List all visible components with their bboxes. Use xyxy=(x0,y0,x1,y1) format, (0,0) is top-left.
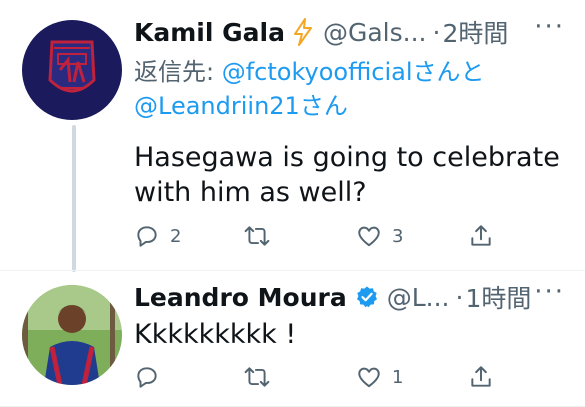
tweet-actions: 1 xyxy=(134,364,514,394)
reply-button[interactable] xyxy=(134,364,170,390)
retweet-button[interactable] xyxy=(244,223,280,249)
display-name[interactable]: Leandro Moura xyxy=(134,283,347,312)
tweet-kamil-gala[interactable]: Kamil Gala @Gals... · 2時間 ··· 返信先: @fcto… xyxy=(0,0,585,272)
like-button[interactable]: 1 xyxy=(356,364,403,390)
mention-leandriin21[interactable]: @Leandriin21 xyxy=(134,92,300,120)
profile-photo-icon xyxy=(22,285,122,385)
thread-connector-line xyxy=(72,125,76,272)
heart-icon xyxy=(358,226,380,247)
tweet-leandro-moura[interactable]: Leandro Moura @L... · 1時間 ··· Kkkkkkkkk … xyxy=(0,270,585,407)
timestamp[interactable]: 1時間 xyxy=(465,279,531,315)
tweet-text: Kkkkkkkkk ! xyxy=(134,319,297,350)
share-button[interactable] xyxy=(468,223,504,249)
retweet-icon xyxy=(244,367,270,387)
reply-icon xyxy=(137,367,157,388)
more-options-icon[interactable]: ··· xyxy=(534,277,565,307)
tweet-text: Hasegawa is going to celebrate with him … xyxy=(134,142,560,208)
reply-icon xyxy=(137,226,157,247)
like-button[interactable]: 3 xyxy=(356,223,403,249)
replying-to-label: 返信先: xyxy=(134,58,222,86)
reply-count: 2 xyxy=(170,225,182,247)
avatar-kamil-gala[interactable] xyxy=(22,20,122,120)
tweet-header: Leandro Moura @L... · 1時間 ··· xyxy=(134,277,565,317)
retweet-icon xyxy=(244,226,270,246)
separator-dot: · xyxy=(432,17,441,47)
replying-to-joiner: さんと xyxy=(412,58,485,86)
retweet-button[interactable] xyxy=(244,364,280,390)
tweet-actions: 2 3 xyxy=(134,223,514,253)
user-handle[interactable]: @Gals... xyxy=(323,18,427,47)
separator-dot: · xyxy=(455,282,464,312)
reply-button[interactable]: 2 xyxy=(134,223,181,249)
share-icon xyxy=(471,366,491,387)
avatar-leandro-moura[interactable] xyxy=(22,285,122,385)
heart-icon xyxy=(358,367,380,388)
share-button[interactable] xyxy=(468,364,504,390)
tweet-header: Kamil Gala @Gals... · 2時間 ··· xyxy=(134,12,565,52)
display-name[interactable]: Kamil Gala xyxy=(134,18,285,47)
like-count: 1 xyxy=(392,366,404,388)
replying-to-suffix: さん xyxy=(299,92,348,120)
mention-fctokyoofficial[interactable]: @fctokyoofficial xyxy=(222,58,413,86)
like-count: 3 xyxy=(392,225,404,247)
timestamp[interactable]: 2時間 xyxy=(442,14,508,50)
fc-tokyo-crest-icon xyxy=(22,20,122,120)
verified-badge-icon xyxy=(355,285,379,309)
lightning-icon xyxy=(293,18,313,46)
more-options-icon[interactable]: ··· xyxy=(534,12,565,42)
replying-to: 返信先: @fctokyoofficialさんと @Leandriin21さん xyxy=(134,55,485,123)
user-handle[interactable]: @L... xyxy=(387,283,450,312)
share-icon xyxy=(471,225,491,246)
